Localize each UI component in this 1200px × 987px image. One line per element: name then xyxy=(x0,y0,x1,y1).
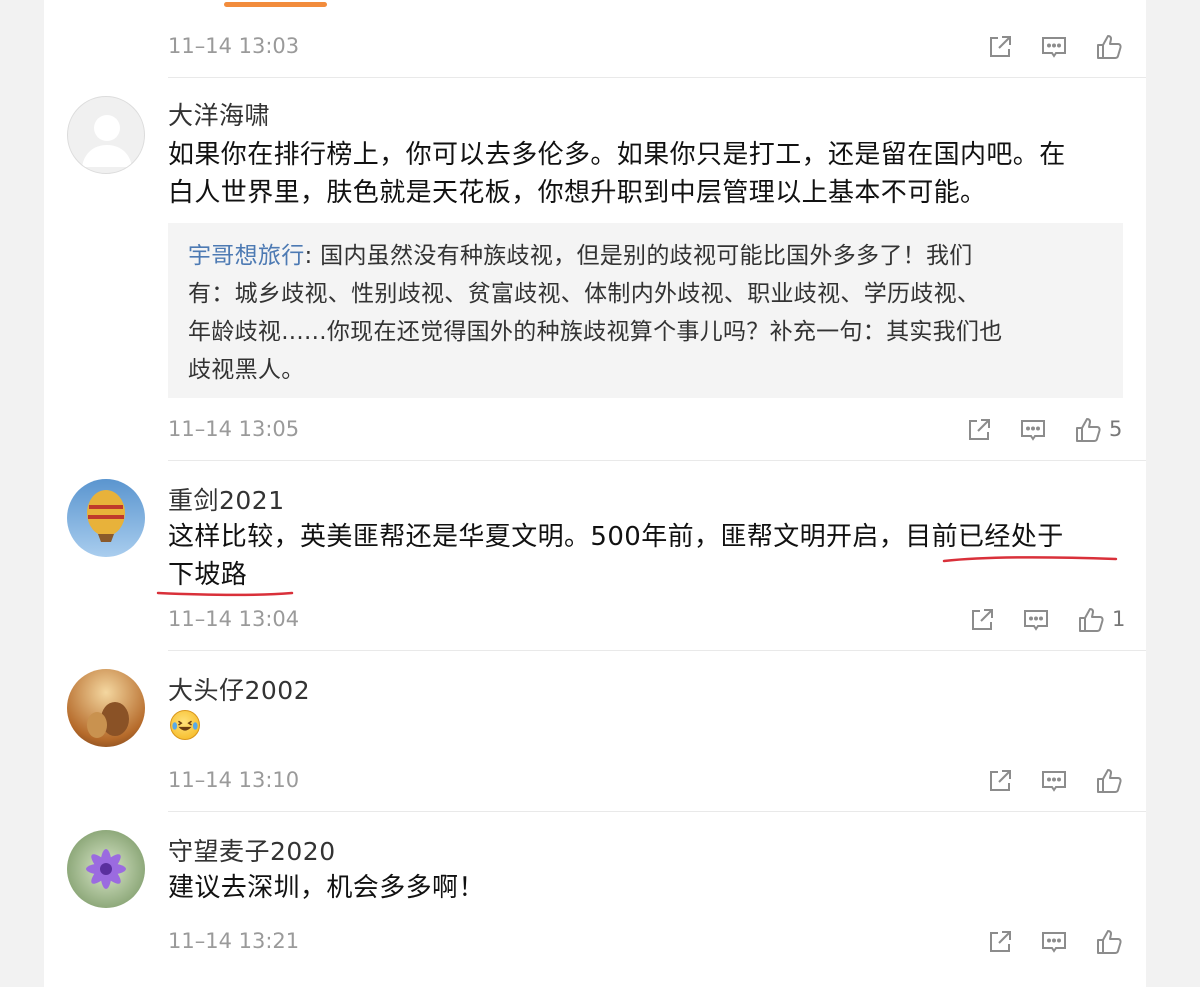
quote-line: 歧视黑人。 xyxy=(188,357,305,383)
comment-icon[interactable] xyxy=(1039,766,1069,796)
username[interactable]: 大洋海啸 xyxy=(168,96,270,132)
avatar-default[interactable] xyxy=(67,96,145,174)
quote-line: 有：城乡歧视、性别歧视、贫富歧视、体制内外歧视、职业歧视、学历歧视、 xyxy=(188,281,981,307)
comment-time: 11–14 13:04 xyxy=(168,607,300,631)
comment-icon[interactable] xyxy=(1021,605,1051,635)
quote-text: : 国内虽然没有种族歧视，但是别的歧视可能比国外多多了！我们 xyxy=(304,243,973,269)
like-icon[interactable] xyxy=(1094,927,1124,957)
divider xyxy=(168,460,1146,461)
divider xyxy=(168,811,1146,812)
username[interactable]: 守望麦子2020 xyxy=(168,832,336,868)
like-count: 1 xyxy=(1112,607,1126,631)
share-icon[interactable] xyxy=(964,415,994,445)
comment-line: 这样比较，英美匪帮还是华夏文明。500年前，匪帮文明开启，目前已经处于 xyxy=(168,522,1064,552)
comment-icon[interactable] xyxy=(1039,32,1069,62)
share-icon[interactable] xyxy=(985,766,1015,796)
comment-line: 建议去深圳，机会多多啊！ xyxy=(168,873,485,903)
laughing-tears-emoji xyxy=(170,710,200,740)
tab-indicator xyxy=(224,2,327,7)
avatar-flower[interactable] xyxy=(67,830,145,908)
comment-text: 建议去深圳，机会多多啊！ xyxy=(168,869,485,907)
username[interactable]: 大头仔2002 xyxy=(168,671,310,707)
username[interactable]: 重剑2021 xyxy=(168,481,285,517)
comment-text: 这样比较，英美匪帮还是华夏文明。500年前，匪帮文明开启，目前已经处于 下坡路 xyxy=(168,518,1064,594)
comment-time: 11–14 13:10 xyxy=(168,768,300,792)
avatar-lions[interactable] xyxy=(67,669,145,747)
quote-line: 年龄歧视......你现在还觉得国外的种族歧视算个事儿吗？补充一句：其实我们也 xyxy=(188,319,1003,345)
like-icon[interactable] xyxy=(1094,766,1124,796)
comment-line: 白人世界里，肤色就是天花板，你想升职到中层管理以上基本不可能。 xyxy=(168,178,987,208)
comment-time: 11–14 13:05 xyxy=(168,417,300,441)
comment-time: 11–14 13:21 xyxy=(168,929,300,953)
quote-username[interactable]: 宇哥想旅行 xyxy=(188,243,305,269)
avatar-balloon[interactable] xyxy=(67,479,145,557)
like-icon[interactable] xyxy=(1094,32,1124,62)
like-count: 5 xyxy=(1109,417,1123,441)
comment-line: 下坡路 xyxy=(168,560,248,590)
like-icon[interactable] xyxy=(1073,415,1103,445)
comment-line: 如果你在排行榜上，你可以去多伦多。如果你只是打工，还是留在国内吧。在 xyxy=(168,140,1066,170)
quote-line: 宇哥想旅行: 国内虽然没有种族歧视，但是别的歧视可能比国外多多了！我们 xyxy=(188,237,1103,275)
comment-icon[interactable] xyxy=(1018,415,1048,445)
share-icon[interactable] xyxy=(985,32,1015,62)
comment-icon[interactable] xyxy=(1039,927,1069,957)
annotation-underline xyxy=(156,591,294,597)
comment-text: 如果你在排行榜上，你可以去多伦多。如果你只是打工，还是留在国内吧。在 白人世界里… xyxy=(168,136,1066,212)
comment-time: 11–14 13:03 xyxy=(168,34,300,58)
divider xyxy=(168,650,1146,651)
share-icon[interactable] xyxy=(967,605,997,635)
divider xyxy=(168,77,1146,78)
annotation-underline xyxy=(942,556,1118,563)
quoted-reply[interactable]: 宇哥想旅行: 国内虽然没有种族歧视，但是别的歧视可能比国外多多了！我们 有：城乡… xyxy=(168,223,1123,398)
share-icon[interactable] xyxy=(985,927,1015,957)
like-icon[interactable] xyxy=(1076,605,1106,635)
